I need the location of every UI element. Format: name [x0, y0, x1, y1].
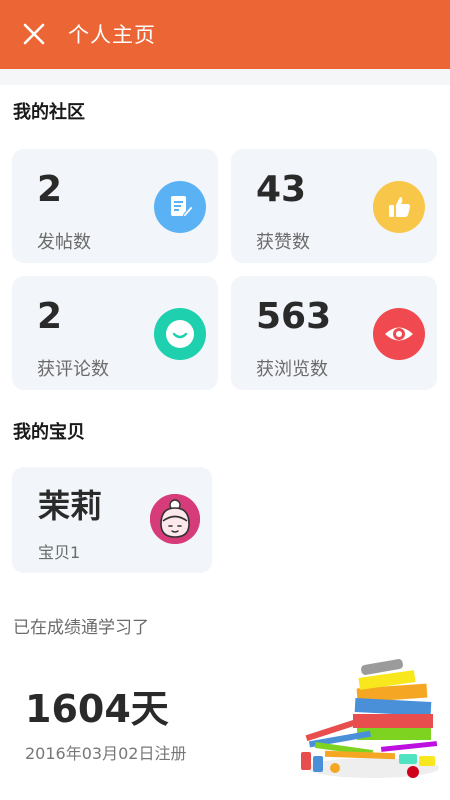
learning-caption: 已在成绩通学习了 — [13, 618, 149, 638]
stat-label: 获浏览数 — [256, 359, 328, 380]
registration-date: 2016年03月02日注册 — [25, 744, 187, 763]
close-button[interactable] — [20, 20, 48, 48]
community-section-title: 我的社区 — [13, 102, 85, 123]
stat-card-views[interactable]: 563 获浏览数 — [231, 276, 437, 390]
stat-card-likes[interactable]: 43 获赞数 — [231, 149, 437, 263]
stat-label: 获评论数 — [37, 359, 109, 380]
learning-days: 1604天 — [25, 687, 169, 731]
baby-avatar-icon — [150, 494, 200, 544]
baby-card[interactable]: 茉莉 宝贝1 — [12, 467, 212, 573]
baby-name: 茉莉 — [38, 487, 103, 525]
stationery-illustration — [295, 640, 443, 782]
comment-smile-icon — [154, 308, 206, 360]
stat-value: 2 — [37, 169, 63, 210]
thumbs-up-icon — [373, 181, 425, 233]
header-divider — [0, 69, 450, 85]
page-title: 个人主页 — [68, 23, 156, 47]
stat-value: 563 — [256, 296, 332, 337]
stat-card-comments[interactable]: 2 获评论数 — [12, 276, 218, 390]
post-edit-icon — [154, 181, 206, 233]
stat-value: 43 — [256, 169, 307, 210]
stat-label: 发帖数 — [37, 232, 91, 253]
stat-label: 获赞数 — [256, 232, 310, 253]
stat-card-posts[interactable]: 2 发帖数 — [12, 149, 218, 263]
stat-value: 2 — [37, 296, 63, 337]
babies-section-title: 我的宝贝 — [13, 422, 85, 443]
baby-index-label: 宝贝1 — [38, 543, 81, 562]
close-icon[interactable] — [20, 20, 48, 48]
eye-icon — [373, 308, 425, 360]
app-bar: 个人主页 — [0, 0, 450, 69]
